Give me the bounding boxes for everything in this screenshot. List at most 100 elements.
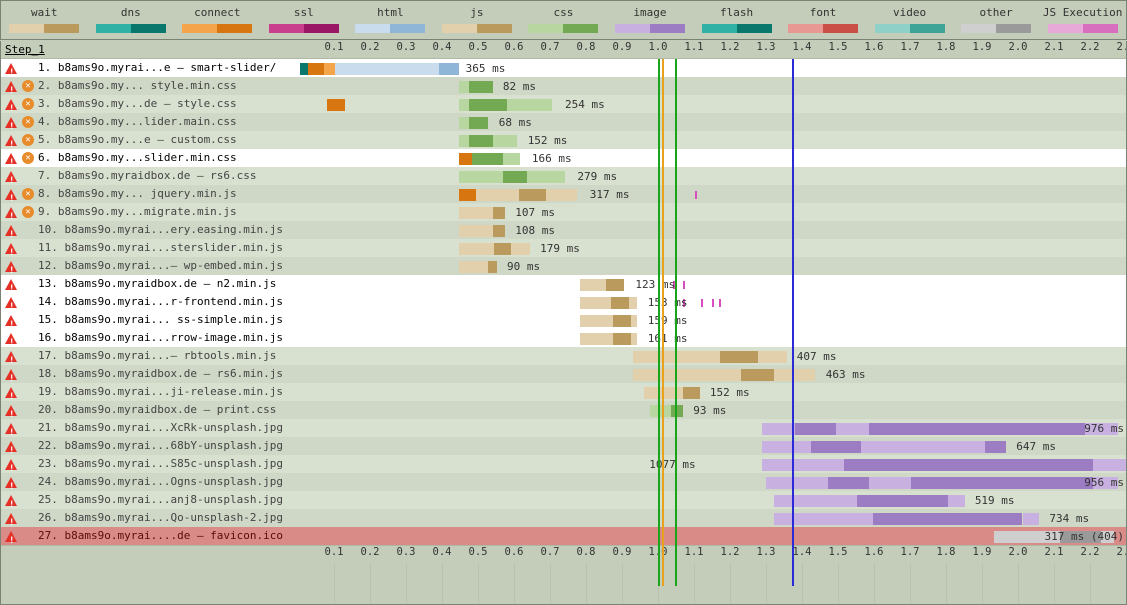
timing-row[interactable]: 179 ms [298,239,1126,257]
request-label: 25. b8ams9o.myrai...anj8-unsplash.jpg [38,491,298,509]
timing-row[interactable]: 82 ms [298,77,1126,95]
timing-row[interactable]: 519 ms [298,491,1126,509]
timing-row[interactable]: 107 ms [298,203,1126,221]
timing-row[interactable]: 152 ms [298,383,1126,401]
timing-row[interactable]: 90 ms [298,257,1126,275]
duration-label: 956 ms [1082,474,1124,492]
legend-item-html[interactable]: html [347,1,434,39]
timing-row[interactable]: 365 ms [298,59,1126,77]
duration-label: 317 ms [588,186,630,204]
request-row[interactable]: 18. b8ams9o.myraidbox.de – rs6.min.js [1,365,298,383]
step-label[interactable]: Step_1 [1,43,45,56]
request-row[interactable]: ✕5. b8ams9o.my...e – custom.css [1,131,298,149]
axis-tick: 0.2 [361,41,380,53]
legend-item-css[interactable]: css [520,1,607,39]
request-row[interactable]: 24. b8ams9o.myrai...Ogns-unsplash.jpg [1,473,298,491]
request-row[interactable]: 26. b8ams9o.myrai...Qo-unsplash-2.jpg [1,509,298,527]
timing-row[interactable]: 956 ms [298,473,1126,491]
timing-row[interactable]: 317 ms (404) [298,527,1126,545]
timing-row[interactable]: 734 ms [298,509,1126,527]
request-row[interactable]: 22. b8ams9o.myrai...68bY-unsplash.jpg [1,437,298,455]
request-row[interactable]: ✕3. b8ams9o.my...de – style.css [1,95,298,113]
request-row[interactable]: 11. b8ams9o.myrai...sterslider.min.js [1,239,298,257]
timing-row[interactable]: 976 ms [298,419,1126,437]
request-row[interactable]: 19. b8ams9o.myrai...ji-release.min.js [1,383,298,401]
request-row[interactable]: 20. b8ams9o.myraidbox.de – print.css [1,401,298,419]
axis-tick: 2.1 [1045,546,1064,558]
legend-label: css [554,6,574,19]
duration-label: 647 ms [1014,438,1056,456]
request-row[interactable]: 27. b8ams9o.myrai....de – favicon.ico [1,527,298,545]
legend-swatch [269,24,339,33]
request-row[interactable]: ✕6. b8ams9o.my...slider.min.css [1,149,298,167]
timing-segment [828,477,869,489]
timing-row[interactable]: 166 ms [298,149,1126,167]
step-header[interactable]: Step_1 [1,41,298,59]
request-label: 19. b8ams9o.myrai...ji-release.min.js [38,383,298,401]
timing-row[interactable]: 93 ms [298,401,1126,419]
timing-row[interactable]: 647 ms [298,437,1126,455]
legend-item-connect[interactable]: connect [174,1,261,39]
request-row[interactable]: ✕2. b8ams9o.my... style.min.css [1,77,298,95]
timing-row[interactable]: 123 ms [298,275,1126,293]
legend-item-js[interactable]: js [434,1,521,39]
request-row[interactable]: 25. b8ams9o.myrai...anj8-unsplash.jpg [1,491,298,509]
request-row[interactable]: 10. b8ams9o.myrai...ery.easing.min.js [1,221,298,239]
axis-tick: 0.3 [397,546,416,558]
legend-label: connect [194,6,240,19]
axis-tick: 1.8 [937,41,956,53]
legend-item-js-execution[interactable]: JS Execution [1039,1,1126,39]
axis-tick: 0.9 [613,41,632,53]
legend-item-ssl[interactable]: ssl [261,1,348,39]
timing-segment [493,225,505,237]
legend-label: wait [31,6,58,19]
timing-row[interactable]: 161 ms [298,329,1126,347]
legend-item-other[interactable]: other [953,1,1040,39]
request-row[interactable]: ✕9. b8ams9o.my...migrate.min.js [1,203,298,221]
request-row[interactable]: 13. b8ams9o.myraidbox.de – n2.min.js [1,275,298,293]
legend-item-video[interactable]: video [866,1,953,39]
timing-segment [324,63,335,75]
timing-row[interactable]: 317 ms [298,185,1126,203]
request-row[interactable]: 14. b8ams9o.myrai...r-frontend.min.js [1,293,298,311]
timing-row[interactable]: 463 ms [298,365,1126,383]
timing-row[interactable]: 159 ms [298,311,1126,329]
axis-tick: 2.3 [1117,41,1126,53]
axis-tick: 1.1 [685,546,704,558]
request-label: 15. b8ams9o.myrai... ss-simple.min.js [38,311,298,329]
request-row[interactable]: 1. b8ams9o.myrai...e – smart-slider/ [1,59,298,77]
timing-segment [1093,459,1126,471]
legend-label: font [810,6,837,19]
request-label: 21. b8ams9o.myrai...XcRk-unsplash.jpg [38,419,298,437]
request-row[interactable]: 23. b8ams9o.myrai...S85c-unsplash.jpg [1,455,298,473]
timing-row[interactable]: 407 ms [298,347,1126,365]
legend-item-image[interactable]: image [607,1,694,39]
axis-tick: 0.8 [577,41,596,53]
request-row[interactable]: 21. b8ams9o.myrai...XcRk-unsplash.jpg [1,419,298,437]
request-row[interactable]: 15. b8ams9o.myrai... ss-simple.min.js [1,311,298,329]
legend-item-wait[interactable]: wait [1,1,88,39]
timing-segment [795,423,836,435]
request-row[interactable]: 7. b8ams9o.myraidbox.de – rs6.css [1,167,298,185]
duration-label: 519 ms [973,492,1015,510]
timing-row[interactable]: 254 ms [298,95,1126,113]
timing-segment [459,81,469,93]
request-row[interactable]: ✕4. b8ams9o.my...lider.main.css [1,113,298,131]
legend-item-font[interactable]: font [780,1,867,39]
request-row[interactable]: 16. b8ams9o.myrai...rrow-image.min.js [1,329,298,347]
legend-item-flash[interactable]: flash [693,1,780,39]
request-row[interactable]: 12. b8ams9o.myrai...– wp-embed.min.js [1,257,298,275]
warning-icon [4,169,18,183]
timing-row[interactable]: 68 ms [298,113,1126,131]
request-row[interactable]: 17. b8ams9o.myrai...– rbtools.min.js [1,347,298,365]
timing-row[interactable]: 108 ms [298,221,1126,239]
timing-row[interactable]: 153 ms [298,293,1126,311]
timing-row[interactable]: 152 ms [298,131,1126,149]
request-row[interactable]: ✕8. b8ams9o.my... jquery.min.js [1,185,298,203]
timing-row[interactable]: 1077 ms [298,455,1126,473]
timeline[interactable]: 0.10.20.30.40.50.60.70.80.91.01.11.21.31… [298,41,1126,604]
timing-segment [580,333,613,345]
timing-row[interactable]: 279 ms [298,167,1126,185]
legend-item-dns[interactable]: dns [88,1,175,39]
warning-icon [4,295,18,309]
